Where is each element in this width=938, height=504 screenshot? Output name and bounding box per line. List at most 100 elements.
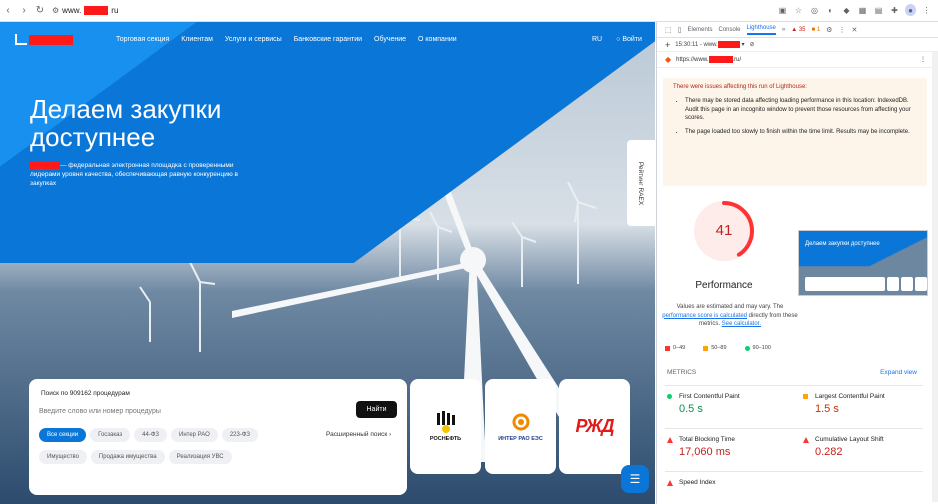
chat-button[interactable]: ☰: [621, 465, 649, 493]
metrics-header: METRICS Expand view: [667, 369, 917, 376]
error-badge[interactable]: ▲ 35: [791, 27, 805, 33]
chip-goszakaz[interactable]: Госзаказ: [90, 428, 131, 442]
report-url-row: ◆ https://www. .ru/ ⋮: [657, 52, 938, 68]
url-prefix: www.: [62, 6, 82, 15]
score-calc-link[interactable]: performance score is calculated: [662, 313, 747, 319]
website-viewport: Торговая секция Клиентам Услуги и сервис…: [0, 22, 655, 504]
new-report-icon[interactable]: +: [665, 40, 670, 50]
report-menu-icon[interactable]: ⋮: [920, 56, 926, 63]
devtools-scrollbar[interactable]: [932, 52, 938, 502]
lighthouse-logo-icon: ◆: [665, 55, 672, 64]
report-url-text: https://www.: [676, 57, 709, 64]
redacted-brand: [30, 161, 60, 169]
score-note: Values are estimated and may vary. The p…: [659, 303, 801, 329]
back-icon[interactable]: ‹: [0, 5, 16, 16]
extension-icon[interactable]: ▣: [777, 4, 788, 16]
reload-icon[interactable]: ↻: [32, 5, 48, 16]
page-screenshot-thumbnail: Делаем закупки доступнее: [798, 230, 928, 296]
nav-item-trading[interactable]: Торговая секция: [116, 36, 169, 43]
raex-rating-label: Рейтинг RAEX: [637, 161, 645, 205]
tab-lighthouse[interactable]: Lighthouse: [746, 25, 776, 35]
partner-name: РОСНЕФТЬ: [429, 436, 462, 442]
partner-rzd-card[interactable]: РЖД: [559, 379, 630, 474]
metric-value: 17,060 ms: [679, 446, 731, 458]
chip-223fz[interactable]: 223-ФЗ: [221, 428, 259, 442]
metric-speed-index: Speed Index: [667, 479, 787, 486]
chevron-right-icon: ›: [389, 431, 392, 438]
metric-tbt: Total Blocking Time 17,060 ms: [667, 436, 787, 458]
tab-console[interactable]: Console: [719, 27, 741, 33]
forward-icon[interactable]: ›: [16, 5, 32, 16]
extension-icon[interactable]: ◎: [809, 4, 820, 16]
hero-lead: — федеральная электронная площадка с про…: [30, 161, 250, 188]
average-square-icon: [703, 345, 709, 351]
search-button[interactable]: Найти: [356, 401, 397, 418]
redacted-logo-text: [29, 34, 73, 45]
chip-property-sale[interactable]: Продажа имущества: [90, 450, 165, 464]
devtools-panel: ⬚ ▯ Elements Console Lighthouse » ▲ 35 ■…: [656, 22, 938, 504]
site-info-icon[interactable]: ⚙: [52, 6, 59, 15]
extension-icon[interactable]: ▦: [857, 4, 868, 16]
metrics-divider: [665, 471, 923, 472]
warning-badge[interactable]: ■ 1: [812, 27, 821, 33]
partner-name: ИНТЕР РАО ЕЭС: [498, 436, 543, 442]
warning-item: There may be stored data affecting loadi…: [685, 97, 917, 123]
metric-lcp: Largest Contentful Paint 1.5 s: [803, 393, 923, 415]
redacted-domain: [708, 55, 733, 63]
chip-all-sections[interactable]: Все секции: [39, 428, 87, 442]
raex-rating-tab[interactable]: Рейтинг RAEX: [627, 140, 655, 226]
bookmark-icon[interactable]: ☆: [793, 4, 804, 16]
extension-icon[interactable]: ▤: [873, 4, 884, 16]
nav-item-clients[interactable]: Клиентам: [181, 36, 213, 43]
nav-item-about[interactable]: О компании: [418, 36, 457, 43]
metric-label: First Contentful Paint: [667, 393, 787, 400]
interrao-logo-icon: [512, 413, 529, 431]
report-url[interactable]: https://www. .ru/: [676, 55, 741, 64]
report-selector[interactable]: 15:30:11 - www. ▾: [675, 40, 745, 48]
extensions-puzzle-icon[interactable]: ✚: [889, 4, 900, 16]
nav-item-education[interactable]: Обучение: [374, 36, 406, 43]
clear-reports-icon[interactable]: ⊘: [750, 41, 755, 48]
partner-interrao-card[interactable]: ИНТЕР РАО ЕЭС: [485, 379, 556, 474]
device-toggle-icon[interactable]: ▯: [678, 26, 682, 34]
metric-cls: Cumulative Layout Shift 0.282: [803, 436, 923, 458]
rzd-logo: РЖД: [575, 416, 614, 436]
expand-view-toggle[interactable]: Expand view: [880, 369, 917, 376]
profile-avatar[interactable]: ●: [905, 4, 916, 16]
partner-rosneft-card[interactable]: РОСНЕФТЬ: [410, 379, 481, 474]
metric-value: 0.5 s: [679, 403, 703, 415]
language-switch[interactable]: RU: [592, 36, 602, 43]
extension-icon[interactable]: ◐: [825, 4, 836, 16]
login-button[interactable]: ○ Войти: [616, 36, 642, 43]
menu-dots-icon[interactable]: ⋮: [921, 4, 932, 16]
metrics-title: METRICS: [667, 369, 697, 376]
inspect-icon[interactable]: ⬚: [665, 26, 672, 34]
nav-item-guarantees[interactable]: Банковские гарантии: [294, 36, 362, 43]
chip-property[interactable]: Имущество: [39, 450, 87, 464]
calculator-link[interactable]: See calculator.: [722, 321, 761, 327]
metrics-divider: [665, 428, 923, 429]
more-menu-icon[interactable]: ⋮: [838, 26, 845, 34]
search-input[interactable]: [39, 402, 349, 420]
extended-search-link[interactable]: Расширенный поиск ›: [326, 431, 391, 438]
more-tabs-icon[interactable]: »: [782, 27, 785, 33]
site-logo[interactable]: [15, 34, 73, 45]
settings-gear-icon[interactable]: ⚙: [826, 26, 832, 34]
legend-fail-label: 0–49: [673, 345, 686, 351]
search-label: Поиск по 909162 процедурам: [41, 390, 130, 397]
performance-score: 41: [715, 222, 733, 239]
chip-uvs[interactable]: Реализация УВС: [168, 450, 232, 464]
pass-circle-icon: [744, 345, 750, 351]
lighthouse-warning-box: There were issues affecting this run of …: [663, 78, 927, 186]
error-count: 35: [798, 26, 806, 33]
chip-inter-rao[interactable]: Интер РАО: [171, 428, 218, 442]
warning-title: There were issues affecting this run of …: [673, 84, 807, 90]
tab-elements[interactable]: Elements: [687, 27, 712, 33]
nav-item-services[interactable]: Услуги и сервисы: [225, 36, 282, 43]
fail-triangle-icon: [665, 345, 670, 351]
chip-44fz[interactable]: 44-ФЗ: [134, 428, 168, 442]
extension-icon[interactable]: ◆: [841, 4, 852, 16]
address-bar[interactable]: ⚙ www. ru: [52, 6, 118, 15]
close-devtools-icon[interactable]: ✕: [851, 26, 857, 34]
main-nav: Торговая секция Клиентам Услуги и сервис…: [116, 36, 457, 43]
